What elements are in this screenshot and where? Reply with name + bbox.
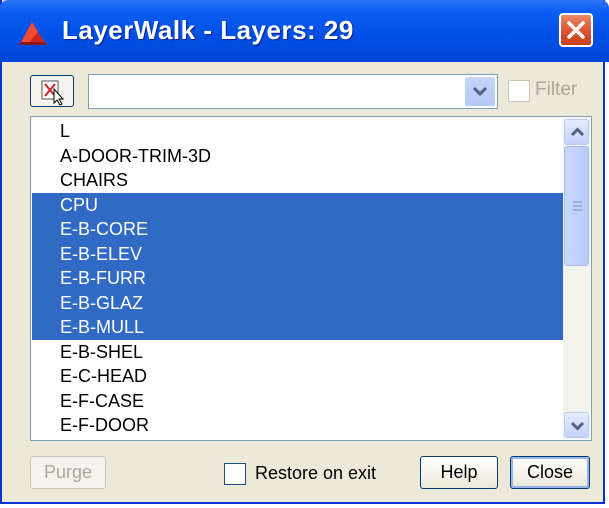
help-button[interactable]: Help — [420, 456, 498, 489]
layer-list-item[interactable]: E-B-SHEL — [32, 340, 564, 365]
layer-list-item[interactable]: CHAIRS — [32, 168, 564, 193]
layer-list-item[interactable]: L — [32, 119, 564, 144]
layer-list-item[interactable]: CPU — [32, 192, 564, 217]
chevron-up-icon — [570, 127, 585, 137]
filter-input[interactable] — [92, 78, 456, 106]
layer-listbox[interactable]: L A-DOOR-TRIM-3D CHAIRS CPU E-B-CORE E-B-ELEV… — [30, 116, 592, 441]
layerwalk-dialog: LayerWalk - Layers: 29 Filter L A-DOOR-TR… — [0, 0, 609, 504]
vertical-scrollbar[interactable] — [563, 118, 590, 439]
filter-label: Filter — [535, 79, 578, 100]
select-layers-icon — [41, 80, 65, 106]
layer-list-item[interactable]: E-F-PLUB — [32, 438, 564, 441]
restore-on-exit-label: Restore on exit — [255, 463, 377, 483]
layer-list-item[interactable]: E-F-CASE — [32, 389, 564, 414]
combo-dropdown-button[interactable] — [465, 77, 495, 106]
window-close-button[interactable] — [559, 13, 593, 47]
filter-combobox[interactable] — [88, 74, 498, 109]
scroll-thumb[interactable] — [564, 146, 589, 266]
layer-list-item[interactable]: E-F-DOOR — [32, 413, 564, 438]
layer-list-item[interactable]: E-B-GLAZ — [32, 290, 564, 315]
scroll-up-button[interactable] — [564, 119, 589, 145]
purge-button[interactable]: Purge — [30, 456, 106, 489]
layer-list-item[interactable]: E-B-MULL — [32, 315, 564, 340]
autocad-app-icon — [20, 22, 46, 45]
window-title: LayerWalk - Layers: 29 — [62, 15, 354, 45]
close-icon — [567, 21, 585, 39]
title-bar[interactable]: LayerWalk - Layers: 29 — [0, 0, 609, 62]
scroll-down-button[interactable] — [564, 412, 589, 438]
restore-on-exit-checkbox[interactable] — [224, 463, 246, 485]
layer-list-item[interactable]: E-B-FURR — [32, 266, 564, 291]
layer-list-item[interactable]: E-B-CORE — [32, 217, 564, 242]
layer-list-item[interactable]: A-DOOR-TRIM-3D — [32, 144, 564, 169]
layer-list-item[interactable]: E-C-HEAD — [32, 364, 564, 389]
close-button[interactable]: Close — [510, 456, 590, 489]
chevron-down-icon — [472, 86, 488, 97]
select-objects-button[interactable] — [30, 75, 74, 107]
chevron-down-icon — [570, 421, 585, 431]
layer-list: L A-DOOR-TRIM-3D CHAIRS CPU E-B-CORE E-B-ELEV… — [32, 119, 564, 441]
grip-icon — [573, 201, 582, 211]
filter-checkbox[interactable] — [508, 80, 530, 102]
layer-list-item[interactable]: E-B-ELEV — [32, 241, 564, 266]
